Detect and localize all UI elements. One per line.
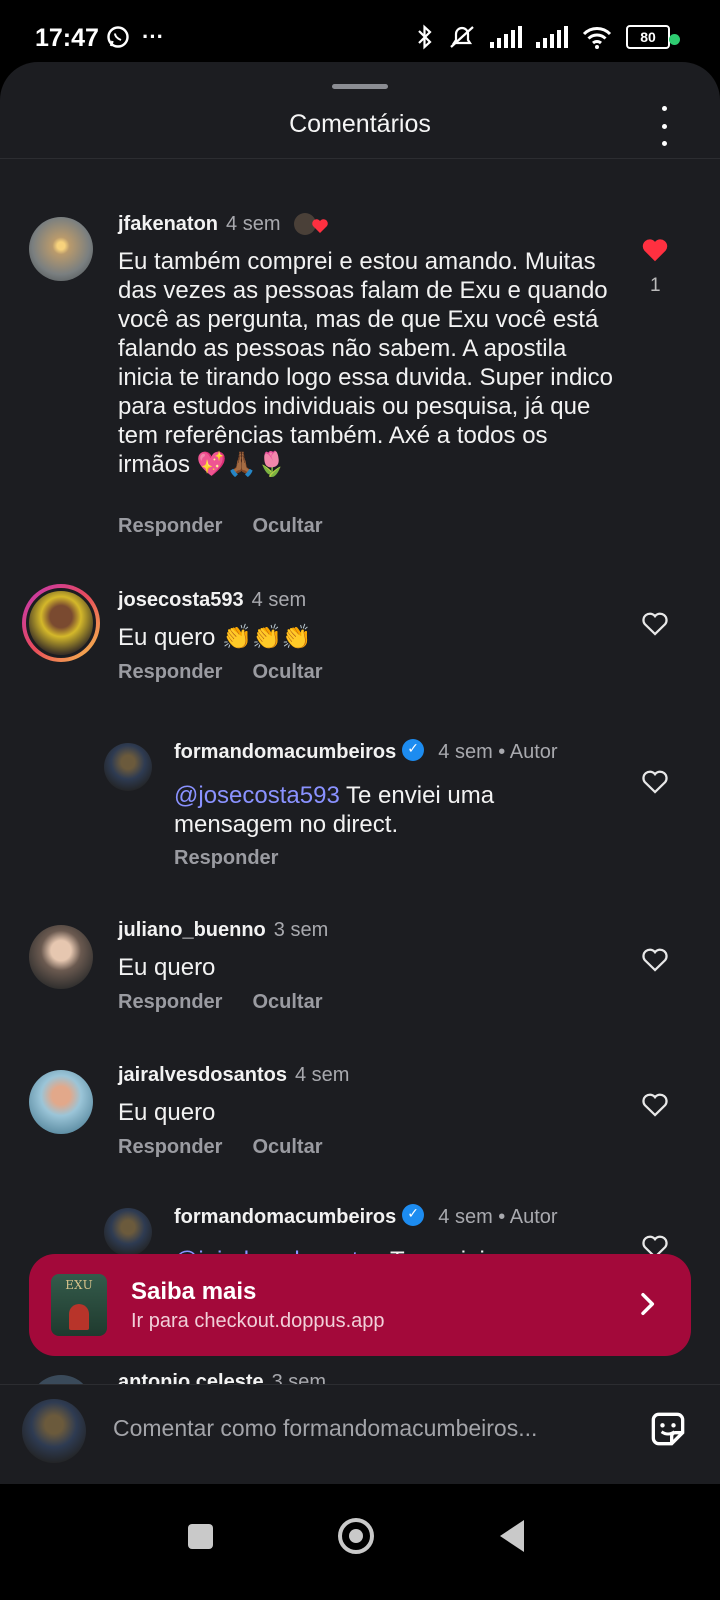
comment-composer: Comentar como formandomacumbeiros... — [0, 1384, 720, 1485]
reply-button[interactable]: Responder — [118, 1136, 222, 1158]
comment-time: 4 sem — [294, 1064, 350, 1086]
sticker-icon[interactable] — [646, 1407, 690, 1451]
banner-subtitle: Ir para checkout.doppus.app — [131, 1310, 385, 1332]
username[interactable]: juliano_buenno — [118, 919, 266, 941]
reply-button[interactable]: Responder — [118, 661, 222, 683]
reply-button[interactable]: Responder — [174, 847, 278, 869]
avatar[interactable] — [29, 1070, 93, 1134]
comment-text: Eu quero — [118, 1099, 216, 1126]
heart-filled-icon[interactable] — [640, 235, 670, 265]
chevron-right-icon — [641, 1292, 655, 1316]
comment-time: 4 sem — [438, 741, 493, 763]
username[interactable]: formandomacumbeiros — [174, 741, 396, 763]
hide-button[interactable]: Ocultar — [252, 661, 322, 683]
promo-banner[interactable]: EXU Saiba mais Ir para checkout.doppus.a… — [29, 1254, 691, 1356]
status-left-icons: ··· — [106, 24, 164, 50]
comment-actions: Responder — [174, 847, 308, 870]
signal-2-icon — [536, 26, 568, 48]
comment-actions: Responder Ocultar — [118, 1136, 353, 1159]
separator-dot: • — [492, 1206, 510, 1228]
more-notifications-icon: ··· — [142, 24, 164, 49]
system-navigation-bar — [0, 1484, 720, 1600]
reply-button[interactable]: Responder — [118, 515, 222, 537]
comment-time: 4 sem — [226, 213, 281, 235]
comment-item: jairalvesdosantos 4 sem Eu quero Responde… — [0, 1054, 720, 1174]
comment-input[interactable]: Comentar como formandomacumbeiros... — [113, 1415, 537, 1442]
avatar[interactable] — [104, 743, 152, 791]
recents-button[interactable] — [188, 1524, 213, 1549]
silent-bell-icon — [450, 26, 474, 48]
sheet-title: Comentários — [289, 110, 431, 138]
avatar-story-ring[interactable] — [22, 584, 100, 662]
hide-button[interactable]: Ocultar — [252, 1136, 322, 1158]
author-label: Autor — [509, 1206, 558, 1228]
like-count: 1 — [650, 275, 661, 296]
comment-time: 4 sem — [251, 589, 307, 611]
bluetooth-icon — [418, 24, 432, 50]
username[interactable]: jfakenaton — [118, 213, 218, 235]
heart-outline-icon[interactable] — [640, 945, 670, 975]
verified-badge-icon — [402, 1204, 425, 1226]
heart-outline-icon[interactable] — [640, 1090, 670, 1120]
wifi-icon — [582, 27, 612, 49]
username[interactable]: formandomacumbeiros — [174, 1206, 396, 1228]
status-time: 17:47 — [35, 24, 99, 52]
comment-text: Eu quero 👏👏👏 — [118, 624, 312, 651]
thumbnail-title: EXU — [65, 1278, 93, 1292]
comment-item: jfakenaton 4 sem Eu também comprei e esto… — [0, 199, 720, 559]
avatar[interactable] — [29, 925, 93, 989]
privacy-indicator-dot — [669, 34, 680, 45]
banner-title: Saiba mais — [131, 1278, 257, 1305]
avatar — [26, 588, 96, 658]
comment-text: Eu quero — [118, 954, 216, 981]
separator-dot: • — [492, 741, 510, 763]
more-options-button[interactable] — [652, 106, 676, 146]
battery-indicator: 80 — [626, 25, 670, 49]
comment-meta: jairalvesdosantos 4 sem — [118, 1064, 349, 1087]
comment-time: 4 sem — [438, 1206, 493, 1228]
comment-text: @josecosta593 Te enviei uma mensagem no … — [174, 781, 594, 839]
status-right-icons: 80 — [416, 24, 670, 50]
reply-button[interactable]: Responder — [118, 991, 222, 1013]
author-label: Autor — [509, 741, 558, 763]
comment-actions: Responder Ocultar — [118, 515, 353, 538]
username[interactable]: josecosta593 — [118, 589, 244, 611]
sheet-drag-handle[interactable] — [332, 84, 388, 89]
username[interactable]: jairalvesdosantos — [118, 1064, 287, 1086]
hide-button[interactable]: Ocultar — [252, 991, 322, 1013]
comment-meta: jfakenaton 4 sem — [118, 211, 332, 237]
comment-meta: josecosta593 4 sem — [118, 589, 306, 612]
avatar[interactable] — [104, 1208, 152, 1256]
comment-actions: Responder Ocultar — [118, 991, 353, 1014]
hide-button[interactable]: Ocultar — [252, 515, 322, 537]
whatsapp-icon — [107, 26, 129, 48]
author-liked-heart-icon — [294, 213, 328, 235]
signal-1-icon — [490, 26, 522, 48]
comment-item: juliano_buenno 3 sem Eu quero Responder Oc… — [0, 909, 720, 1029]
comment-actions: Responder Ocultar — [118, 661, 353, 684]
heart-outline-icon[interactable] — [640, 767, 670, 797]
comment-meta: formandomacumbeiros 4 sem • Autor — [174, 739, 558, 764]
back-button[interactable] — [500, 1520, 524, 1552]
mention-link[interactable]: @josecosta593 — [174, 782, 340, 809]
avatar[interactable] — [29, 217, 93, 281]
comment-meta: juliano_buenno 3 sem — [118, 919, 328, 942]
comment-time: 3 sem — [273, 919, 329, 941]
comments-list[interactable]: jfakenaton 4 sem Eu também comprei e esto… — [0, 159, 720, 1399]
home-button[interactable] — [338, 1518, 374, 1554]
banner-thumbnail: EXU — [51, 1274, 107, 1336]
current-user-avatar — [22, 1399, 86, 1463]
verified-badge-icon — [402, 739, 425, 761]
comment-text: Eu também comprei e estou amando. Muitas… — [118, 248, 613, 478]
reply-item: formandomacumbeiros 4 sem • Autor @joseco… — [0, 729, 720, 879]
comment-item: josecosta593 4 sem Eu quero 👏👏👏 Responder… — [0, 579, 720, 699]
comment-meta: formandomacumbeiros 4 sem • Autor — [174, 1204, 558, 1229]
heart-outline-icon[interactable] — [640, 609, 670, 639]
